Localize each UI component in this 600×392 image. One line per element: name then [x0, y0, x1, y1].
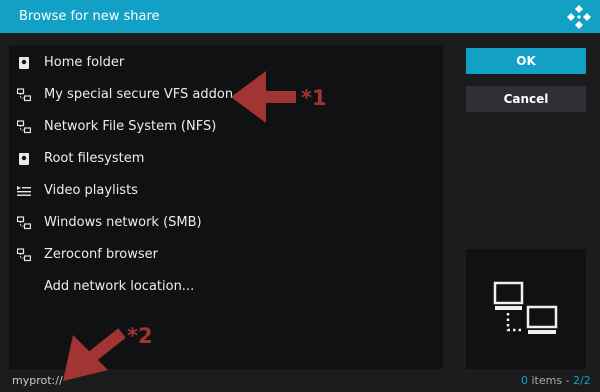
playlist-icon — [17, 186, 31, 196]
network-icon — [17, 248, 31, 262]
list-item-label: Video playlists — [44, 183, 138, 198]
list-item-video-playlists[interactable]: Video playlists — [9, 175, 443, 207]
annotation-marker-2: *2 — [127, 324, 153, 348]
network-icon — [17, 88, 31, 102]
list-item-add-network-location[interactable]: Add network location... — [9, 271, 443, 303]
network-preview-icon — [493, 281, 558, 334]
items-count-label: items - — [528, 374, 574, 387]
items-count: 0 items - 2/2 — [521, 374, 591, 387]
network-icon — [17, 120, 31, 134]
hard-drive-icon — [19, 153, 29, 165]
current-path: myprot:// — [12, 374, 63, 387]
list-item-label: Zeroconf browser — [44, 247, 158, 262]
network-icon — [17, 216, 31, 230]
list-item-root-filesystem[interactable]: Root filesystem — [9, 143, 443, 175]
page-indicator: 2/2 — [573, 374, 591, 387]
list-item-label: Windows network (SMB) — [44, 215, 202, 230]
list-item-home-folder[interactable]: Home folder — [9, 47, 443, 79]
list-item-zeroconf[interactable]: Zeroconf browser — [9, 239, 443, 271]
list-item-nfs[interactable]: Network File System (NFS) — [9, 111, 443, 143]
list-item-label: Network File System (NFS) — [44, 119, 217, 134]
title-bar: Browse for new share — [0, 0, 600, 33]
source-list: Home folder My special secure VFS addon … — [9, 45, 443, 369]
list-item-label: Add network location... — [44, 279, 195, 294]
kodi-logo-icon — [567, 5, 591, 29]
preview-panel — [466, 249, 586, 369]
list-item-vfs-addon[interactable]: My special secure VFS addon — [9, 79, 443, 111]
items-count-number: 0 — [521, 374, 528, 387]
dialog-title: Browse for new share — [19, 9, 160, 24]
cancel-button[interactable]: Cancel — [466, 86, 586, 112]
annotation-marker-1: *1 — [301, 86, 327, 110]
list-item-label: Root filesystem — [44, 151, 145, 166]
list-item-label: My special secure VFS addon — [44, 87, 234, 102]
ok-button[interactable]: OK — [466, 48, 586, 74]
list-item-label: Home folder — [44, 55, 125, 70]
list-item-smb[interactable]: Windows network (SMB) — [9, 207, 443, 239]
hard-drive-icon — [19, 57, 29, 69]
